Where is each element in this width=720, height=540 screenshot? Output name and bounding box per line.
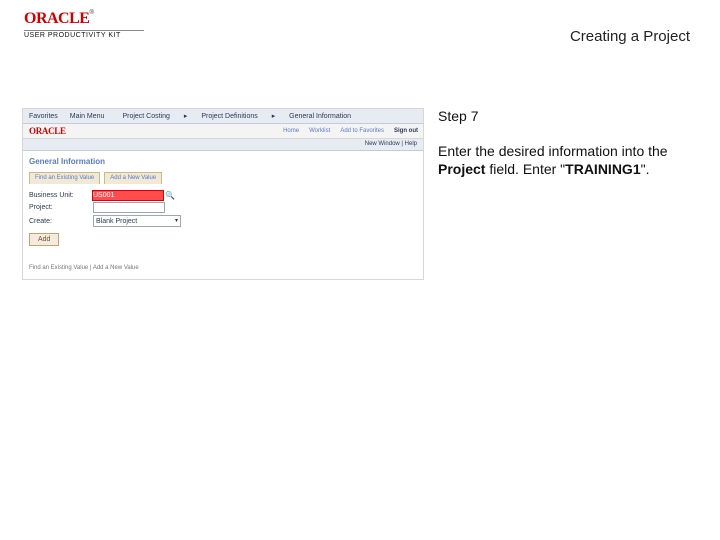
label-business-unit: Business Unit: bbox=[29, 191, 93, 200]
link-worklist[interactable]: Worklist bbox=[304, 127, 335, 136]
project-input[interactable] bbox=[93, 202, 165, 213]
tab-add-new[interactable]: Add a New Value bbox=[104, 172, 162, 184]
label-project: Project: bbox=[29, 203, 93, 212]
breadcrumb-project-costing[interactable]: Project Costing bbox=[116, 113, 175, 120]
instruction-fragment: Enter the desired information into the bbox=[438, 143, 668, 159]
footer-links[interactable]: Find an Existing Value | Add a New Value bbox=[23, 254, 423, 279]
row-create: Create: Blank Project ▾ bbox=[23, 214, 423, 228]
search-icon[interactable]: 🔍 bbox=[165, 191, 174, 200]
link-signout[interactable]: Sign out bbox=[389, 127, 423, 136]
label-create: Create: bbox=[29, 217, 93, 226]
chevron-right-icon: ▸ bbox=[266, 113, 282, 120]
breadcrumb-general-information[interactable]: General Information bbox=[283, 113, 357, 120]
row-business-unit: Business Unit: US001 🔍 bbox=[23, 190, 423, 201]
breadcrumb-favorites[interactable]: Favorites bbox=[23, 112, 64, 121]
oracle-upk-logo: ORACLE® USER PRODUCTIVITY KIT bbox=[24, 10, 144, 39]
highlight-business-unit-value: US001 bbox=[93, 191, 163, 200]
add-button[interactable]: Add bbox=[29, 233, 59, 246]
trademark-symbol: ® bbox=[89, 10, 93, 16]
instruction-text: Enter the desired information into the P… bbox=[438, 142, 692, 178]
window-help-bar[interactable]: New Window | Help bbox=[23, 139, 423, 151]
breadcrumb-project-definitions[interactable]: Project Definitions bbox=[195, 113, 263, 120]
link-home[interactable]: Home bbox=[278, 127, 304, 136]
step-label: Step 7 bbox=[438, 108, 692, 124]
app-oracle-wordmark: ORACLE bbox=[23, 127, 72, 136]
instruction-fragment: ". bbox=[641, 161, 650, 177]
create-select[interactable]: Blank Project ▾ bbox=[93, 215, 181, 227]
row-project: Project: bbox=[23, 201, 423, 214]
chevron-down-icon: ▾ bbox=[175, 217, 178, 226]
breadcrumb-main-menu[interactable]: Main Menu bbox=[64, 112, 111, 121]
breadcrumb-bar: Favorites Main Menu Project Costing ▸ Pr… bbox=[23, 109, 423, 124]
create-select-value: Blank Project bbox=[96, 217, 137, 226]
link-add-favorites[interactable]: Add to Favorites bbox=[335, 127, 389, 136]
topic-title: Creating a Project bbox=[570, 28, 690, 45]
app-brand-bar: ORACLE Home Worklist Add to Favorites Si… bbox=[23, 124, 423, 139]
instruction-field-name: Project bbox=[438, 161, 485, 177]
product-name: USER PRODUCTIVITY KIT bbox=[24, 32, 144, 39]
section-title: General Information bbox=[23, 151, 423, 169]
slide-header: ORACLE® USER PRODUCTIVITY KIT Creating a… bbox=[0, 0, 720, 60]
breadcrumb-path: Project Costing ▸ Project Definitions ▸ … bbox=[110, 112, 423, 121]
tab-strip: Find an Existing Value Add a New Value bbox=[23, 169, 423, 184]
chevron-right-icon: ▸ bbox=[178, 113, 194, 120]
logo-divider bbox=[24, 30, 144, 31]
instruction-value: TRAINING1 bbox=[565, 161, 640, 177]
instruction-fragment: field. Enter " bbox=[485, 161, 565, 177]
tab-find-existing[interactable]: Find an Existing Value bbox=[29, 172, 100, 184]
instruction-panel: Step 7 Enter the desired information int… bbox=[438, 108, 692, 178]
oracle-wordmark: ORACLE bbox=[24, 10, 89, 27]
app-screenshot: Favorites Main Menu Project Costing ▸ Pr… bbox=[22, 108, 424, 280]
